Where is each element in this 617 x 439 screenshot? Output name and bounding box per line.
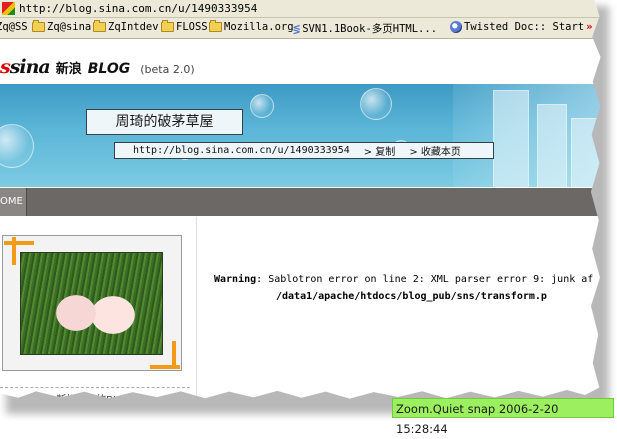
site-header: ssina 新浪 BLOG (beta 2.0) [0, 56, 195, 82]
folder-icon [93, 20, 106, 32]
site-name: 新浪 [55, 62, 82, 77]
beta-label: (beta 2.0) [140, 63, 195, 76]
bubble-decoration [0, 124, 34, 168]
blog-word: BLOG [87, 61, 131, 77]
logo-text: sina [9, 56, 51, 78]
bookmark-zqintdev[interactable]: ZqIntdev [93, 20, 159, 33]
blog-banner: 周琦的破茅草屋 http://blog.sina.com.cn/u/149033… [0, 84, 601, 187]
bookmark-mozilla[interactable]: Mozilla.org [209, 20, 294, 33]
bookmark-zq-ss[interactable]: Zq@SS [0, 21, 28, 33]
warning-text: : Sablotron error on line 2: XML parser … [256, 274, 594, 285]
snapshot-timestamp: Zoom.Quiet snap 2006-2-20 15:28:44 [392, 398, 614, 436]
bookmark-twisted[interactable]: Twisted Doc:: Start » [450, 21, 592, 33]
blog-url[interactable]: http://blog.sina.com.cn/u/1490333954 [133, 145, 350, 156]
bookmark-svn-book[interactable]: ≶ SVN1.1Book-多页HTML... [293, 21, 437, 36]
copy-link[interactable]: > 复制 [364, 143, 396, 158]
page-icon [450, 21, 462, 33]
bookmark-label: ZqIntdev [108, 21, 159, 33]
php-warning: Warning: Sablotron error on line 2: XML … [214, 274, 593, 285]
bookmarks-toolbar: Zq@SS Zq@sina ZqIntdev FLOSS Mozilla.org… [0, 18, 601, 39]
sina-logo[interactable]: ssina [0, 56, 51, 78]
svn-page-icon: ≶ [293, 21, 301, 36]
folder-icon [161, 20, 174, 32]
bookmark-label: SVN1.1Book-多页HTML... [302, 23, 438, 35]
favicon-icon [2, 2, 15, 15]
blog-title: 周琦的破茅草屋 [86, 109, 243, 135]
warning-label: Warning [214, 274, 257, 285]
bookmark-zq-sina[interactable]: Zq@sina [32, 20, 92, 33]
bubble-decoration [360, 88, 392, 120]
corner-bracket-icon [4, 241, 34, 245]
chevron-right-icon[interactable]: » [586, 21, 592, 33]
bookmark-label: Zq@sina [47, 21, 92, 33]
nav-bar: OME [0, 188, 601, 216]
nav-home-tab[interactable]: OME [0, 188, 27, 216]
bookmark-label: FLOSS [176, 21, 208, 33]
favorite-link[interactable]: > 收藏本页 [409, 143, 461, 158]
snapshot-area: http://blog.sina.com.cn/u/1490333954 Zq@… [0, 0, 601, 399]
bookmark-label: Twisted Doc:: Start [464, 21, 585, 33]
bubble-decoration [250, 94, 274, 118]
warning-path: /data1/apache/htdocs/blog_pub/sns/transf… [276, 291, 547, 302]
address-url[interactable]: http://blog.sina.com.cn/u/1490333954 [19, 2, 257, 15]
castle-illustration [453, 84, 601, 187]
bookmark-label: Mozilla.org [224, 21, 294, 33]
blog-url-bar: http://blog.sina.com.cn/u/1490333954 > 复… [114, 142, 494, 159]
folder-icon [209, 20, 222, 32]
avatar-photo[interactable] [20, 252, 163, 355]
corner-bracket-icon [172, 341, 176, 369]
sidebar: 断枳飞红的BLOG [0, 217, 197, 399]
bookmark-floss[interactable]: FLOSS [161, 20, 208, 33]
corner-bracket-icon [12, 237, 16, 265]
address-bar[interactable]: http://blog.sina.com.cn/u/1490333954 [0, 0, 601, 18]
photo-frame [2, 235, 182, 371]
folder-icon [32, 20, 45, 32]
bookmark-label: Zq@SS [0, 21, 28, 33]
